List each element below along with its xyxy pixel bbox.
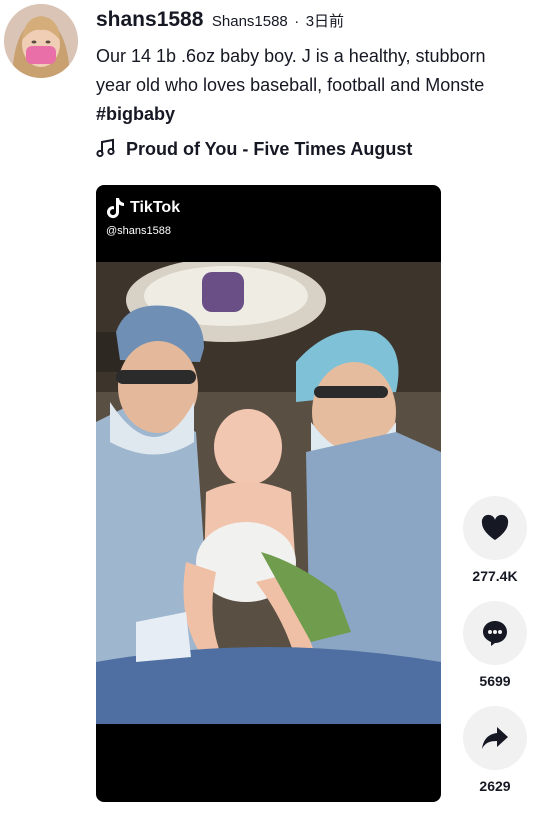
separator-dot: · [294,13,300,30]
music-link[interactable]: Proud of You - Five Times August [96,138,412,160]
share-arrow-icon [482,727,508,749]
share-count: 2629 [479,778,511,794]
tiktok-logo-icon [107,198,124,219]
author-username[interactable]: shans1588 [96,8,203,31]
caption-line-2: year old who loves baseball, football an… [96,75,485,95]
video-player[interactable]: TikTok @shans1588 [96,185,441,802]
share-button[interactable] [463,706,527,770]
comment-action: 5699 [463,601,527,689]
like-button[interactable] [463,496,527,560]
music-title: Proud of You - Five Times August [126,139,413,159]
author-avatar[interactable] [4,4,78,78]
music-note-icon [96,138,115,158]
author-nickname[interactable]: Shans1588 [212,13,288,30]
video-frame-image [96,262,441,724]
caption-line-1: Our 14 1b .6oz baby boy. J is a healthy,… [96,46,486,66]
post-time: 3日前 [305,13,345,30]
like-count: 277.4K [472,568,518,584]
like-action: 277.4K [463,496,527,584]
watermark-brand: TikTok [130,199,181,216]
comment-icon [483,621,507,646]
hashtag-link[interactable]: #bigbaby [96,100,547,129]
comment-button[interactable] [463,601,527,665]
watermark-handle: @shans1588 [106,225,171,237]
heart-icon [481,514,509,540]
avatar-image [4,4,78,78]
comment-count: 5699 [479,673,511,689]
tiktok-watermark: TikTok @shans1588 [106,197,180,237]
share-action: 2629 [463,706,527,794]
video-caption: Our 14 1b .6oz baby boy. J is a healthy,… [96,42,547,129]
author-header: shans1588 Shans1588 · 3日前 [96,8,344,32]
